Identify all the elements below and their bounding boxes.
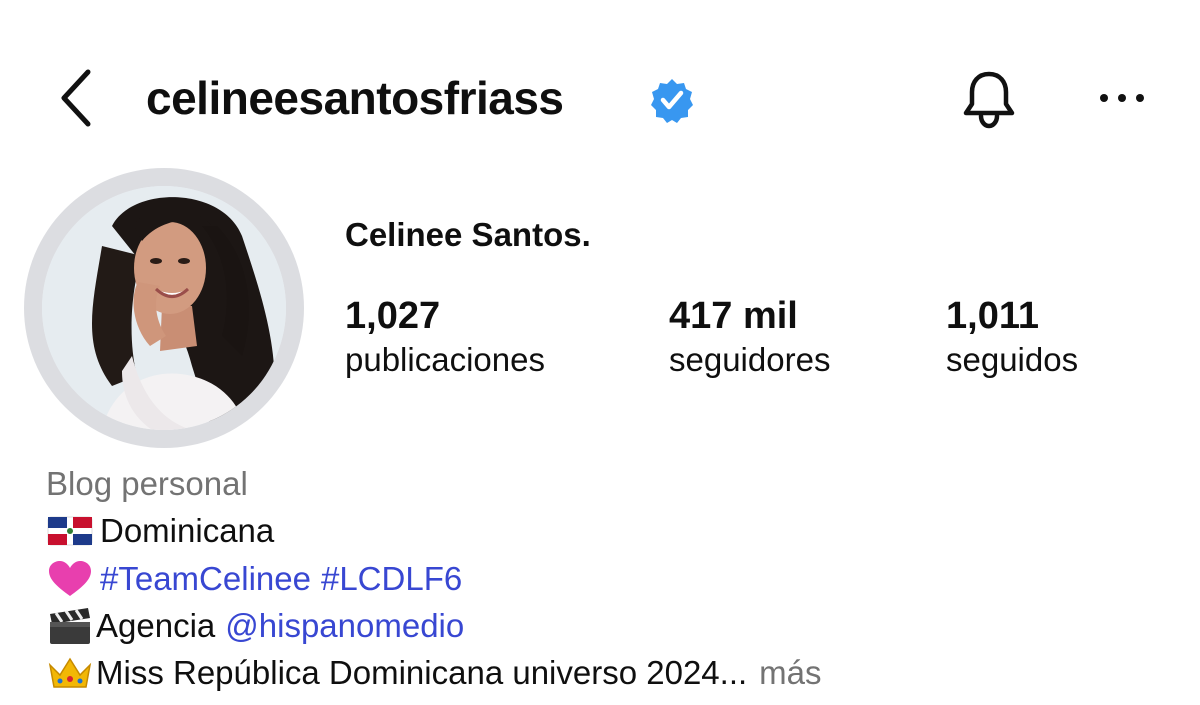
followers-stat[interactable]: 417 mil seguidores bbox=[669, 294, 830, 382]
chevron-left-icon bbox=[61, 69, 91, 127]
following-label: seguidos bbox=[946, 341, 1079, 378]
bio-line-nationality: Dominicana bbox=[46, 508, 274, 554]
bio-line-title: Miss República Dominicana universo 2024.… bbox=[46, 650, 822, 696]
display-name: Celinee Santos. bbox=[345, 216, 591, 253]
profile-photo bbox=[42, 186, 286, 430]
bell-icon bbox=[963, 71, 1015, 129]
profile-category: Blog personal bbox=[46, 465, 248, 502]
more-horizontal-icon bbox=[1100, 94, 1144, 102]
clapperboard-icon bbox=[46, 606, 94, 646]
crown-icon bbox=[46, 653, 94, 693]
avatar[interactable] bbox=[42, 186, 286, 430]
bio-line-agency: Agencia @hispanomedio bbox=[46, 603, 464, 649]
dominican-flag-icon bbox=[46, 511, 94, 551]
more-options-button[interactable] bbox=[1094, 80, 1150, 116]
followers-count: 417 mil bbox=[669, 295, 798, 337]
notifications-button[interactable] bbox=[956, 66, 1022, 132]
hashtag-link[interactable]: #TeamCelinee bbox=[100, 556, 311, 602]
followers-label: seguidores bbox=[669, 341, 831, 378]
posts-label: publicaciones bbox=[345, 341, 545, 378]
posts-count: 1,027 bbox=[345, 295, 441, 337]
bio-line-hashtags: #TeamCelinee #LCDLF6 bbox=[46, 556, 462, 602]
posts-stat[interactable]: 1,027 publicaciones bbox=[345, 294, 545, 382]
following-count: 1,011 bbox=[946, 295, 1039, 337]
bio-title-text: Miss República Dominicana universo 2024.… bbox=[96, 654, 748, 691]
hashtag-link[interactable]: #LCDLF6 bbox=[321, 556, 462, 602]
verified-badge-icon bbox=[648, 76, 696, 124]
following-stat[interactable]: 1,011 seguidos bbox=[946, 294, 1078, 382]
profile-username: celineesantosfriass bbox=[146, 72, 564, 124]
more-link[interactable]: más bbox=[759, 650, 821, 696]
mention-link[interactable]: @hispanomedio bbox=[225, 603, 464, 649]
back-button[interactable] bbox=[52, 62, 104, 134]
bio-agency-text: Agencia bbox=[96, 607, 216, 644]
pink-heart-icon bbox=[46, 559, 94, 599]
bio-nationality-text: Dominicana bbox=[100, 512, 275, 549]
